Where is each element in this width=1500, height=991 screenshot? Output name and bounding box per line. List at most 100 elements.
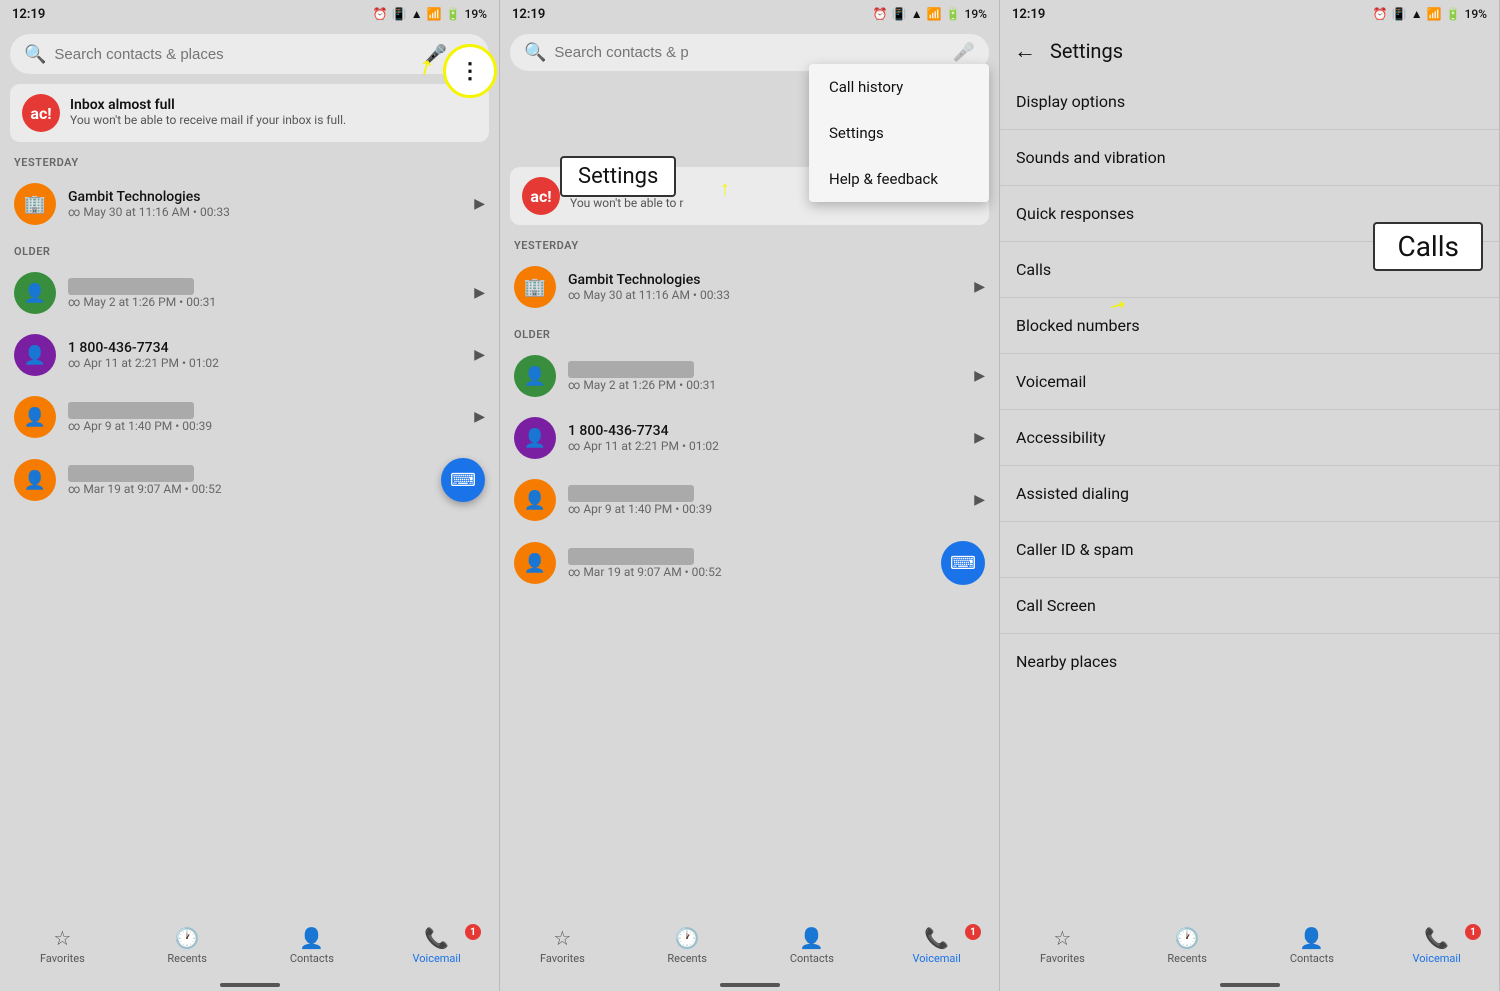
call-name-2-2: 1 800-436-7734 [568, 423, 962, 439]
battery-percent-2: 19% [965, 7, 987, 21]
call-detail-gambit-1: ∞ May 30 at 11:16 AM • 00:33 [68, 205, 462, 219]
bottom-nav-3: ☆ Favorites 🕐 Recents 👤 Contacts 📞 Voice… [1000, 920, 1499, 971]
call-info-gambit-1: Gambit Technologies ∞ May 30 at 11:16 AM… [68, 189, 462, 219]
signal-icon-3: 📶 [1427, 7, 1442, 21]
call-item-1-2[interactable]: 👤 ████ ████ ████ ∞ May 2 at 1:26 PM • 00… [500, 345, 999, 407]
avatar-4-2: 👤 [514, 542, 556, 584]
call-item-4-1[interactable]: 👤 ████ ████ ████ ∞ Mar 19 at 9:07 AM • 0… [0, 448, 499, 512]
status-bar-1: 12:19 ⏰ 📳 ▲ 📶 🔋 19% [0, 0, 499, 28]
nav-label-favorites-1: Favorites [40, 952, 85, 965]
settings-item-sounds[interactable]: Sounds and vibration [1000, 130, 1499, 186]
nav-label-voicemail-2: Voicemail [912, 952, 960, 965]
nav-voicemail-3[interactable]: 📞 Voicemail 1 [1374, 926, 1499, 965]
settings-item-voicemail[interactable]: Voicemail [1000, 354, 1499, 410]
nav-recents-1[interactable]: 🕐 Recents [125, 926, 250, 965]
alarm-icon-2: ⏰ [873, 7, 888, 21]
panel-3: 12:19 ⏰ 📳 ▲ 📶 🔋 19% ← Settings Display o… [1000, 0, 1500, 991]
mic-icon-2: 🎤 [953, 42, 975, 63]
play-button-1-1[interactable]: ▶ [474, 285, 485, 301]
status-icons-1: ⏰ 📳 ▲ 📶 🔋 19% [373, 7, 487, 21]
call-info-4-1: ████ ████ ████ ∞ Mar 19 at 9:07 AM • 00:… [68, 465, 429, 496]
home-indicator-3 [1220, 983, 1280, 987]
call-item-3-1[interactable]: 👤 ████ ████ ████ ∞ Apr 9 at 1:40 PM • 00… [0, 386, 499, 448]
play-button-3-1[interactable]: ▶ [474, 409, 485, 425]
play-button-gambit-2[interactable]: ▶ [974, 279, 985, 295]
status-time-1: 12:19 [12, 7, 45, 22]
nav-contacts-2[interactable]: 👤 Contacts [750, 926, 875, 965]
notification-banner-1: ac! Inbox almost full You won't be able … [10, 84, 489, 142]
call-item-2-1[interactable]: 👤 1 800-436-7734 ∞ Apr 11 at 2:21 PM • 0… [0, 324, 499, 386]
voicemail-icon: 📞 [424, 926, 449, 950]
settings-item-display-options[interactable]: Display options [1000, 74, 1499, 130]
play-button-2-2[interactable]: ▶ [974, 430, 985, 446]
call-item-gambit-1[interactable]: 🏢 Gambit Technologies ∞ May 30 at 11:16 … [0, 173, 499, 235]
call-detail-2-2: ∞ Apr 11 at 2:21 PM • 01:02 [568, 439, 962, 453]
status-time-3: 12:19 [1012, 7, 1045, 22]
avatar-gambit-2: 🏢 [514, 266, 556, 308]
three-dot-highlight: ⋮ [443, 44, 497, 98]
call-item-gambit-2[interactable]: 🏢 Gambit Technologies ∞ May 30 at 11:16 … [500, 256, 999, 318]
dropdown-menu: Call history Settings Help & feedback [809, 64, 989, 202]
fab-dialpad-2[interactable]: ⌨ [941, 541, 985, 585]
call-item-4-2[interactable]: 👤 ████ ████ ████ ∞ Mar 19 at 9:07 AM • 0… [500, 531, 999, 595]
avatar-2-2: 👤 [514, 417, 556, 459]
settings-list: Display options Sounds and vibration Qui… [1000, 74, 1499, 991]
settings-item-call-screen[interactable]: Call Screen [1000, 578, 1499, 634]
avatar-3-1: 👤 [14, 396, 56, 438]
favorites-icon: ☆ [53, 926, 71, 950]
call-name-1-2: ████ ████ ████ [568, 361, 962, 378]
call-info-3-1: ████ ████ ████ ∞ Apr 9 at 1:40 PM • 00:3… [68, 402, 462, 433]
notif-icon-1: ac! [22, 94, 60, 132]
vibrate-icon-2: 📳 [892, 7, 907, 21]
settings-item-nearby-places[interactable]: Nearby places [1000, 634, 1499, 689]
nav-voicemail-2[interactable]: 📞 Voicemail 1 [874, 926, 999, 965]
panel-2: 12:19 ⏰ 📳 ▲ 📶 🔋 19% 🔍 🎤 Call history Set… [500, 0, 1000, 991]
call-item-3-2[interactable]: 👤 ████ ████ ████ ∞ Apr 9 at 1:40 PM • 00… [500, 469, 999, 531]
notif-title-1: Inbox almost full [70, 97, 346, 113]
nav-contacts-1[interactable]: 👤 Contacts [250, 926, 375, 965]
vibrate-icon-3: 📳 [1392, 7, 1407, 21]
voicemail-badge-3: 1 [1465, 924, 1481, 940]
nav-recents-2[interactable]: 🕐 Recents [625, 926, 750, 965]
play-button-3-2[interactable]: ▶ [974, 492, 985, 508]
battery-icon-2: 🔋 [946, 7, 961, 21]
recents-icon-2: 🕐 [675, 926, 700, 950]
settings-arrow: ↑ [720, 176, 730, 201]
search-input-1[interactable] [54, 46, 416, 63]
menu-call-history[interactable]: Call history [809, 64, 989, 110]
back-button[interactable]: ← [1014, 38, 1036, 64]
settings-item-accessibility[interactable]: Accessibility [1000, 410, 1499, 466]
contacts-icon: 👤 [299, 926, 324, 950]
battery-icon-3: 🔋 [1446, 7, 1461, 21]
settings-item-assisted-dialing[interactable]: Assisted dialing [1000, 466, 1499, 522]
avatar-gambit-1: 🏢 [14, 183, 56, 225]
call-name-gambit-2: Gambit Technologies [568, 272, 962, 288]
nav-favorites-1[interactable]: ☆ Favorites [0, 926, 125, 965]
wifi-icon-2: ▲ [911, 7, 923, 21]
status-bar-3: 12:19 ⏰ 📳 ▲ 📶 🔋 19% [1000, 0, 1499, 28]
play-button-gambit-1[interactable]: ▶ [474, 196, 485, 212]
alarm-icon: ⏰ [373, 7, 388, 21]
menu-settings[interactable]: Settings [809, 110, 989, 156]
nav-favorites-2[interactable]: ☆ Favorites [500, 926, 625, 965]
call-item-1-1[interactable]: 👤 ████ ████ ████ ∞ May 2 at 1:26 PM • 00… [0, 262, 499, 324]
call-item-2-2[interactable]: 👤 1 800-436-7734 ∞ Apr 11 at 2:21 PM • 0… [500, 407, 999, 469]
play-button-1-2[interactable]: ▶ [974, 368, 985, 384]
fab-dialpad-1[interactable]: ⌨ [441, 458, 485, 502]
settings-item-caller-id[interactable]: Caller ID & spam [1000, 522, 1499, 578]
wifi-icon: ▲ [411, 7, 423, 21]
call-info-1-1: ████ ████ ████ ∞ May 2 at 1:26 PM • 00:3… [68, 278, 462, 309]
avatar-2-1: 👤 [14, 334, 56, 376]
call-info-gambit-2: Gambit Technologies ∞ May 30 at 11:16 AM… [568, 272, 962, 302]
call-detail-3-1: ∞ Apr 9 at 1:40 PM • 00:39 [68, 419, 462, 433]
search-input-2[interactable] [554, 44, 944, 61]
call-name-2-1: 1 800-436-7734 [68, 340, 462, 356]
menu-help-feedback[interactable]: Help & feedback [809, 156, 989, 202]
nav-recents-3[interactable]: 🕐 Recents [1125, 926, 1250, 965]
nav-favorites-3[interactable]: ☆ Favorites [1000, 926, 1125, 965]
nav-contacts-3[interactable]: 👤 Contacts [1250, 926, 1375, 965]
status-icons-2: ⏰ 📳 ▲ 📶 🔋 19% [873, 7, 987, 21]
nav-voicemail-1[interactable]: 📞 Voicemail 1 [374, 926, 499, 965]
play-button-2-1[interactable]: ▶ [474, 347, 485, 363]
settings-item-blocked-numbers[interactable]: Blocked numbers [1000, 298, 1499, 354]
